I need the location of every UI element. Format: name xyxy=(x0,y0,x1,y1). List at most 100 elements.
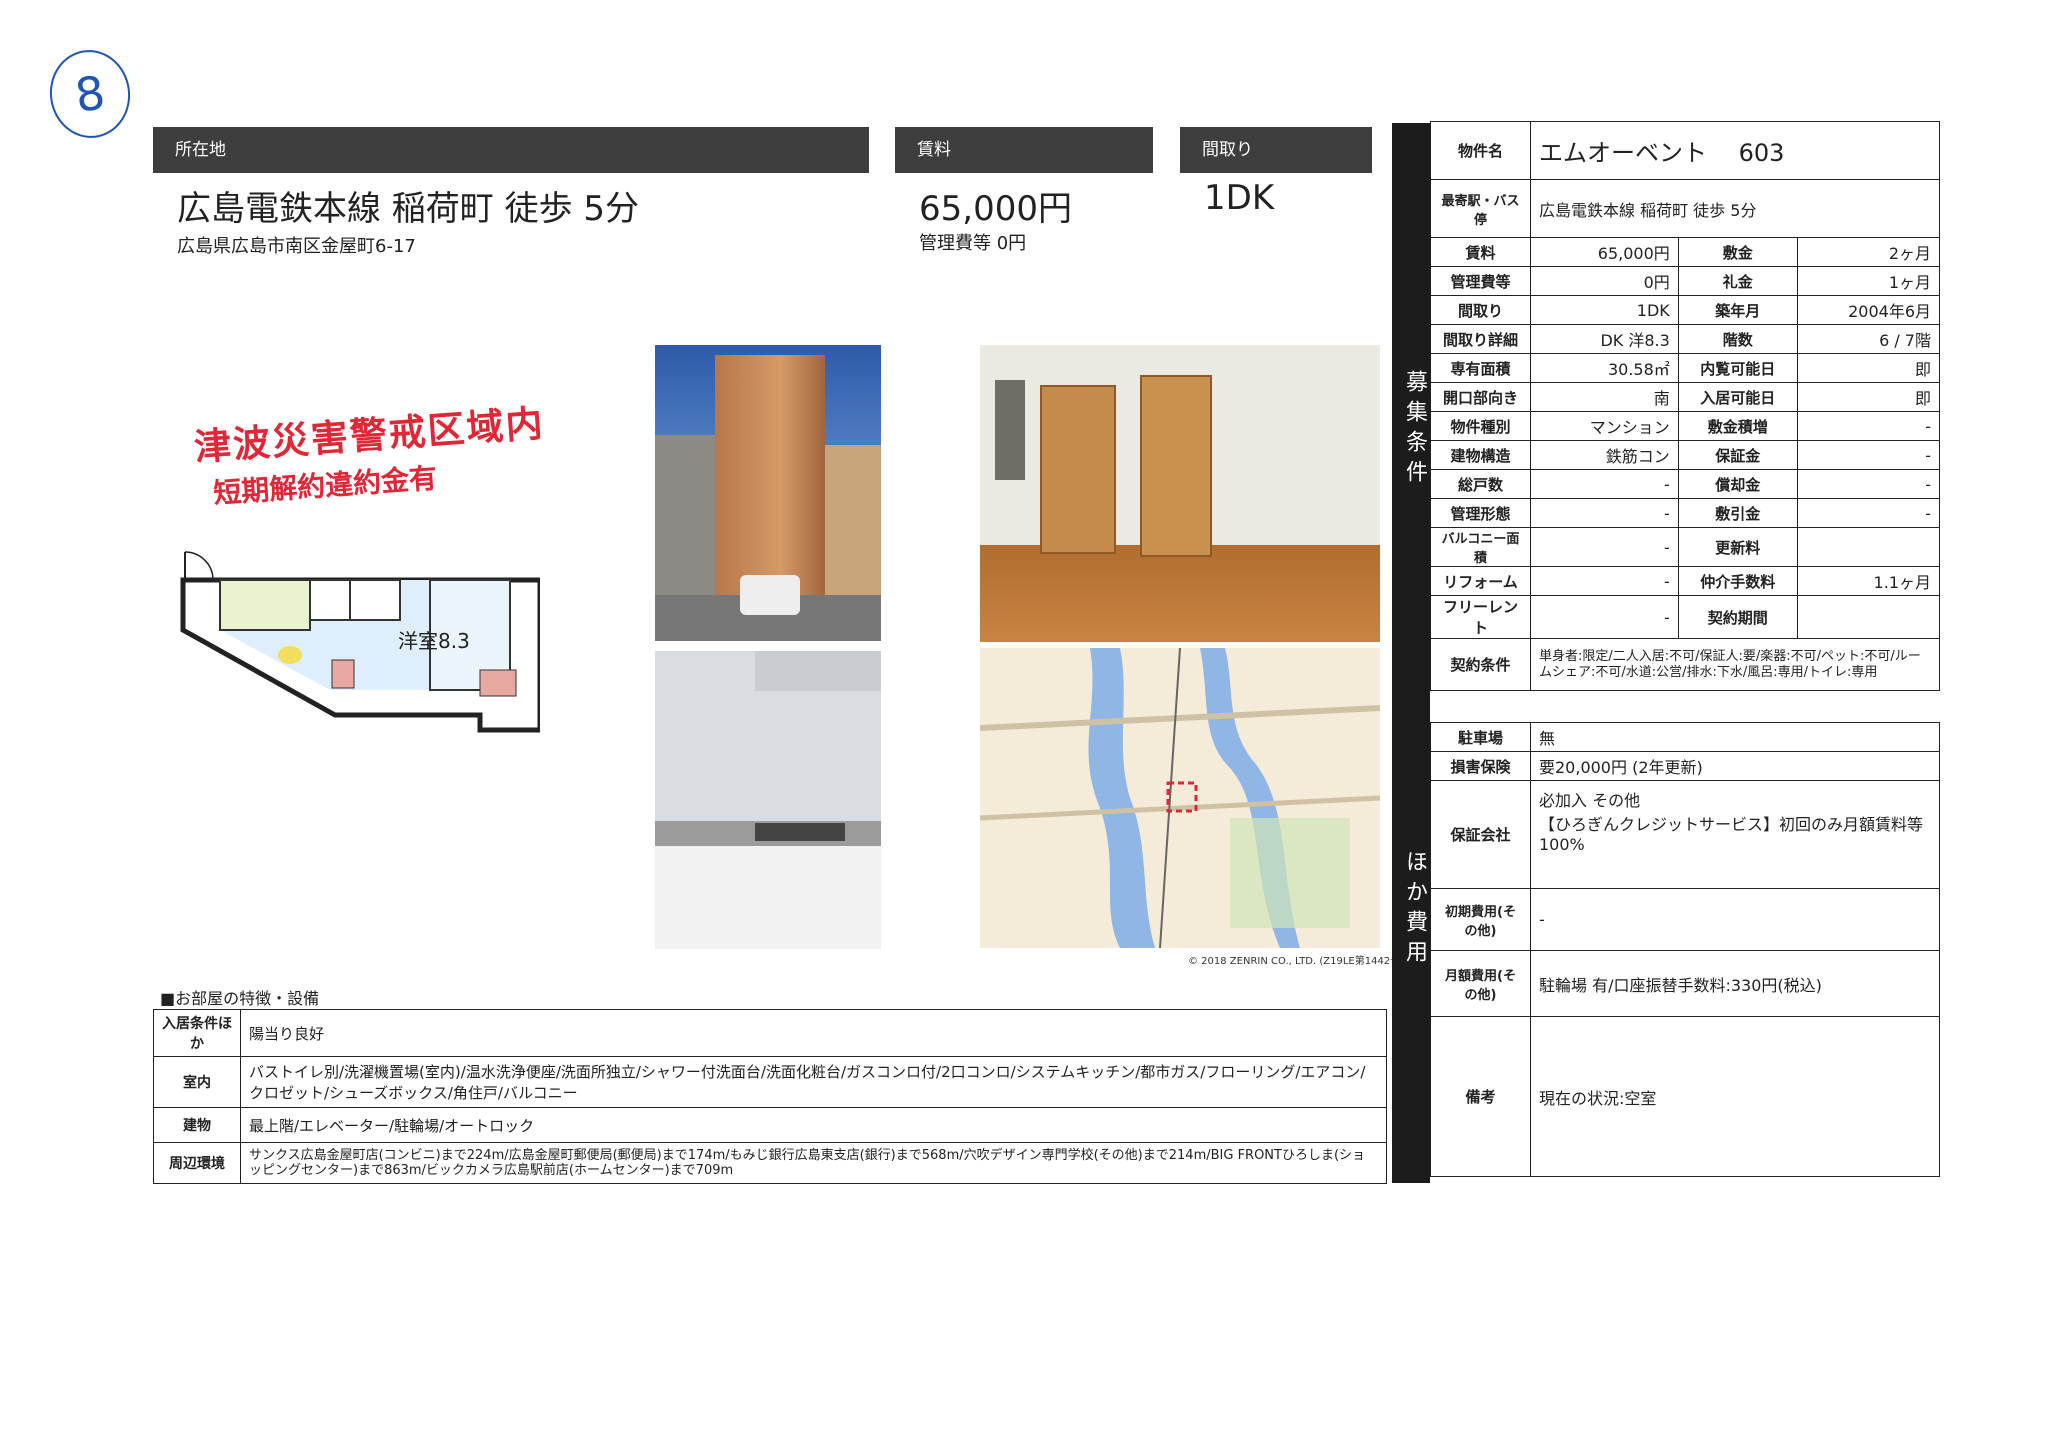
guarantor: 必加入 その他 【ひろぎんクレジットサービス】初回のみ月額賃料等100% xyxy=(1530,780,1940,889)
spec-value: 2004年6月 xyxy=(1796,295,1941,325)
spec-row: フリーレント - 契約期間 xyxy=(1430,595,1941,639)
room-interior-photo xyxy=(980,345,1380,642)
features-row: 室内 バストイレ別/洗濯機置場(室内)/温水洗浄便座/洗面所独立/シャワー付洗面台… xyxy=(153,1056,1387,1108)
spec-row: 管理費等 0円 礼金 1ヶ月 xyxy=(1430,266,1941,296)
spec-value: - xyxy=(1530,527,1679,567)
spec-value: 即 xyxy=(1796,353,1941,383)
spec-label: 礼金 xyxy=(1677,266,1798,296)
contract-label: 契約条件 xyxy=(1430,638,1531,691)
remarks-label: 備考 xyxy=(1430,1016,1531,1177)
spec-value: - xyxy=(1530,566,1679,596)
floor-plan: 洋室8.3 xyxy=(180,550,543,740)
spec-label: 敷金積増 xyxy=(1677,411,1798,441)
spec-value: 鉄筋コン xyxy=(1530,440,1679,470)
side-label-conditions: 募集条件 xyxy=(1402,370,1427,490)
kitchen-photo xyxy=(655,651,881,949)
spec-row: 管理形態 - 敷引金 - xyxy=(1430,498,1941,528)
insurance-label: 損害保険 xyxy=(1430,751,1531,781)
property-name: エムオーベント 603 xyxy=(1530,121,1940,180)
features-row: 建物 最上階/エレベーター/駐輪場/オートロック xyxy=(153,1107,1387,1143)
side-label-costs: ほか費用 xyxy=(1402,850,1427,970)
features-row: 入居条件ほか 陽当り良好 xyxy=(153,1009,1387,1057)
spec-label: フリーレント xyxy=(1430,595,1531,639)
spec-row: 物件種別 マンション 敷金積増 - xyxy=(1430,411,1941,441)
spec-row: 専有面積 30.58㎡ 内覧可能日即 xyxy=(1430,353,1941,383)
spec-label: 敷金 xyxy=(1677,237,1798,267)
spec-label: 物件種別 xyxy=(1430,411,1531,441)
spec-value: - xyxy=(1530,469,1679,499)
spec-label: 入居可能日 xyxy=(1677,382,1798,412)
spec-row: 総戸数 - 償却金 - xyxy=(1430,469,1941,499)
spec-value: - xyxy=(1796,440,1941,470)
rent-mgmt: 管理費等 0円 xyxy=(919,233,1027,254)
spec-label: リフォーム xyxy=(1430,566,1531,596)
spec-label: 総戸数 xyxy=(1430,469,1531,499)
features-title: ■お部屋の特徴・設備 xyxy=(160,989,320,1008)
tsunami-notice: 津波災害警戒区域内 短期解約違約金有 xyxy=(192,393,549,513)
initial-cost-label: 初期費用(その他) xyxy=(1430,888,1531,951)
spec-label: 内覧可能日 xyxy=(1677,353,1798,383)
insurance: 要20,000円 (2年更新) xyxy=(1530,751,1940,781)
spec-row: 賃料 65,000円 敷金 2ヶ月 xyxy=(1430,237,1941,267)
remarks: 現在の状況:空室 xyxy=(1530,1016,1940,1177)
spec-label: 専有面積 xyxy=(1430,353,1531,383)
rent-amount: 65,000円 xyxy=(919,189,1072,229)
spec-row: リフォーム - 仲介手数料 1.1ヶ月 xyxy=(1430,566,1941,596)
location-header: 所在地 xyxy=(153,127,869,173)
location-address: 広島県広島市南区金屋町6-17 xyxy=(177,236,416,257)
features-table: 入居条件ほか 陽当り良好 室内 バストイレ別/洗濯機置場(室内)/温水洗浄便座/洗面… xyxy=(153,1009,1387,1184)
spec-label: 賃料 xyxy=(1430,237,1531,267)
spec-label: 築年月 xyxy=(1677,295,1798,325)
spec-value xyxy=(1796,527,1941,567)
parking: 無 xyxy=(1530,722,1940,752)
station-label: 最寄駅・バス停 xyxy=(1430,179,1531,238)
spec-label: 開口部向き xyxy=(1430,382,1531,412)
spec-value: DK 洋8.3 xyxy=(1530,324,1679,354)
parking-label: 駐車場 xyxy=(1430,722,1531,752)
guarantor-label: 保証会社 xyxy=(1430,780,1531,889)
spec-row: 開口部向き南入居可能日即 xyxy=(1430,382,1941,412)
contract: 単身者:限定/二人入居:不可/保証人:要/楽器:不可/ペット:不可/ルームシェア… xyxy=(1530,638,1940,691)
spec-label: 建物構造 xyxy=(1430,440,1531,470)
monthly-cost: 駐輪場 有/口座振替手数料:330円(税込) xyxy=(1530,950,1940,1017)
spec-value: 1ヶ月 xyxy=(1796,266,1941,296)
spec-label: 管理形態 xyxy=(1430,498,1531,528)
spec-label: 契約期間 xyxy=(1677,595,1798,639)
costs-table: 駐車場無 損害保険 要20,000円 (2年更新) 保証会社 必加入 その他 【ひろ… xyxy=(1430,722,1940,1177)
spec-value: - xyxy=(1796,498,1941,528)
spec-label: 敷引金 xyxy=(1677,498,1798,528)
features-row: 周辺環境 サンクス広島金屋町店(コンビニ)まで224m/広島金屋町郵便局(郵便局)… xyxy=(153,1142,1387,1184)
spec-label: 管理費等 xyxy=(1430,266,1531,296)
spec-row: 間取り詳細 DK 洋8.3 階数 6 / 7階 xyxy=(1430,324,1941,354)
spec-value: 南 xyxy=(1530,382,1679,412)
layout-header: 間取り xyxy=(1180,127,1372,173)
spec-label: バルコニー面積 xyxy=(1430,527,1531,567)
building-exterior-photo xyxy=(655,345,881,641)
spec-label: 保証金 xyxy=(1677,440,1798,470)
spec-value: - xyxy=(1530,498,1679,528)
spec-row: 間取り 1DK 築年月 2004年6月 xyxy=(1430,295,1941,325)
map-copyright: © 2018 ZENRIN CO., LTD. (Z19LE第1442号) xyxy=(1188,956,1405,967)
monthly-cost-label: 月額費用(その他) xyxy=(1430,950,1531,1017)
rent-header: 賃料 xyxy=(895,127,1153,173)
spec-value: 0円 xyxy=(1530,266,1679,296)
spec-value: 30.58㎡ xyxy=(1530,353,1679,383)
spec-label: 階数 xyxy=(1677,324,1798,354)
spec-table: 物件名 エムオーベント 603 最寄駅・バス停 広島電鉄本線 稲荷町 徒歩 5分… xyxy=(1430,121,1941,691)
spec-value: 6 / 7階 xyxy=(1796,324,1941,354)
spec-value: - xyxy=(1796,469,1941,499)
spec-value: 65,000円 xyxy=(1530,237,1679,267)
property-name-label: 物件名 xyxy=(1430,121,1531,180)
spec-label: 償却金 xyxy=(1677,469,1798,499)
area-map xyxy=(980,648,1380,948)
spec-value: マンション xyxy=(1530,411,1679,441)
location-line: 広島電鉄本線 稲荷町 徒歩 5分 xyxy=(177,189,640,229)
spec-value: - xyxy=(1796,411,1941,441)
initial-cost: - xyxy=(1530,888,1940,951)
spec-label: 仲介手数料 xyxy=(1677,566,1798,596)
spec-row: 建物構造 鉄筋コン 保証金 - xyxy=(1430,440,1941,470)
spec-value: 即 xyxy=(1796,382,1941,412)
spec-label: 更新料 xyxy=(1677,527,1798,567)
spec-row: バルコニー面積 - 更新料 xyxy=(1430,527,1941,567)
spec-value: 1DK xyxy=(1530,295,1679,325)
